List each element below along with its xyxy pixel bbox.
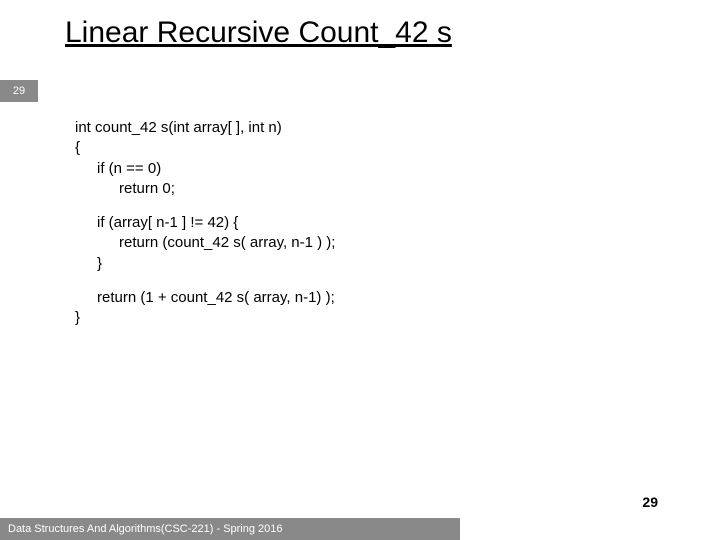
slide-title: Linear Recursive Count_42 s [65, 16, 452, 50]
code-line: if (array[ n-1 ] != 42) { [75, 213, 335, 233]
code-line: { [75, 138, 335, 158]
code-block: int count_42 s(int array[ ], int n) { if… [75, 118, 335, 328]
footer-text: Data Structures And Algorithms(CSC-221) … [0, 518, 460, 540]
page-number: 29 [642, 494, 658, 510]
code-line: if (n == 0) [75, 159, 335, 179]
code-line: int count_42 s(int array[ ], int n) [75, 118, 335, 138]
code-line: } [75, 254, 335, 274]
code-line: return (1 + count_42 s( array, n-1) ); [75, 288, 335, 308]
code-line: return 0; [75, 179, 335, 199]
slide: Linear Recursive Count_42 s 29 int count… [0, 0, 720, 540]
slide-number-badge: 29 [0, 80, 38, 102]
code-line: } [75, 308, 335, 328]
code-line: return (count_42 s( array, n-1 ) ); [75, 233, 335, 253]
